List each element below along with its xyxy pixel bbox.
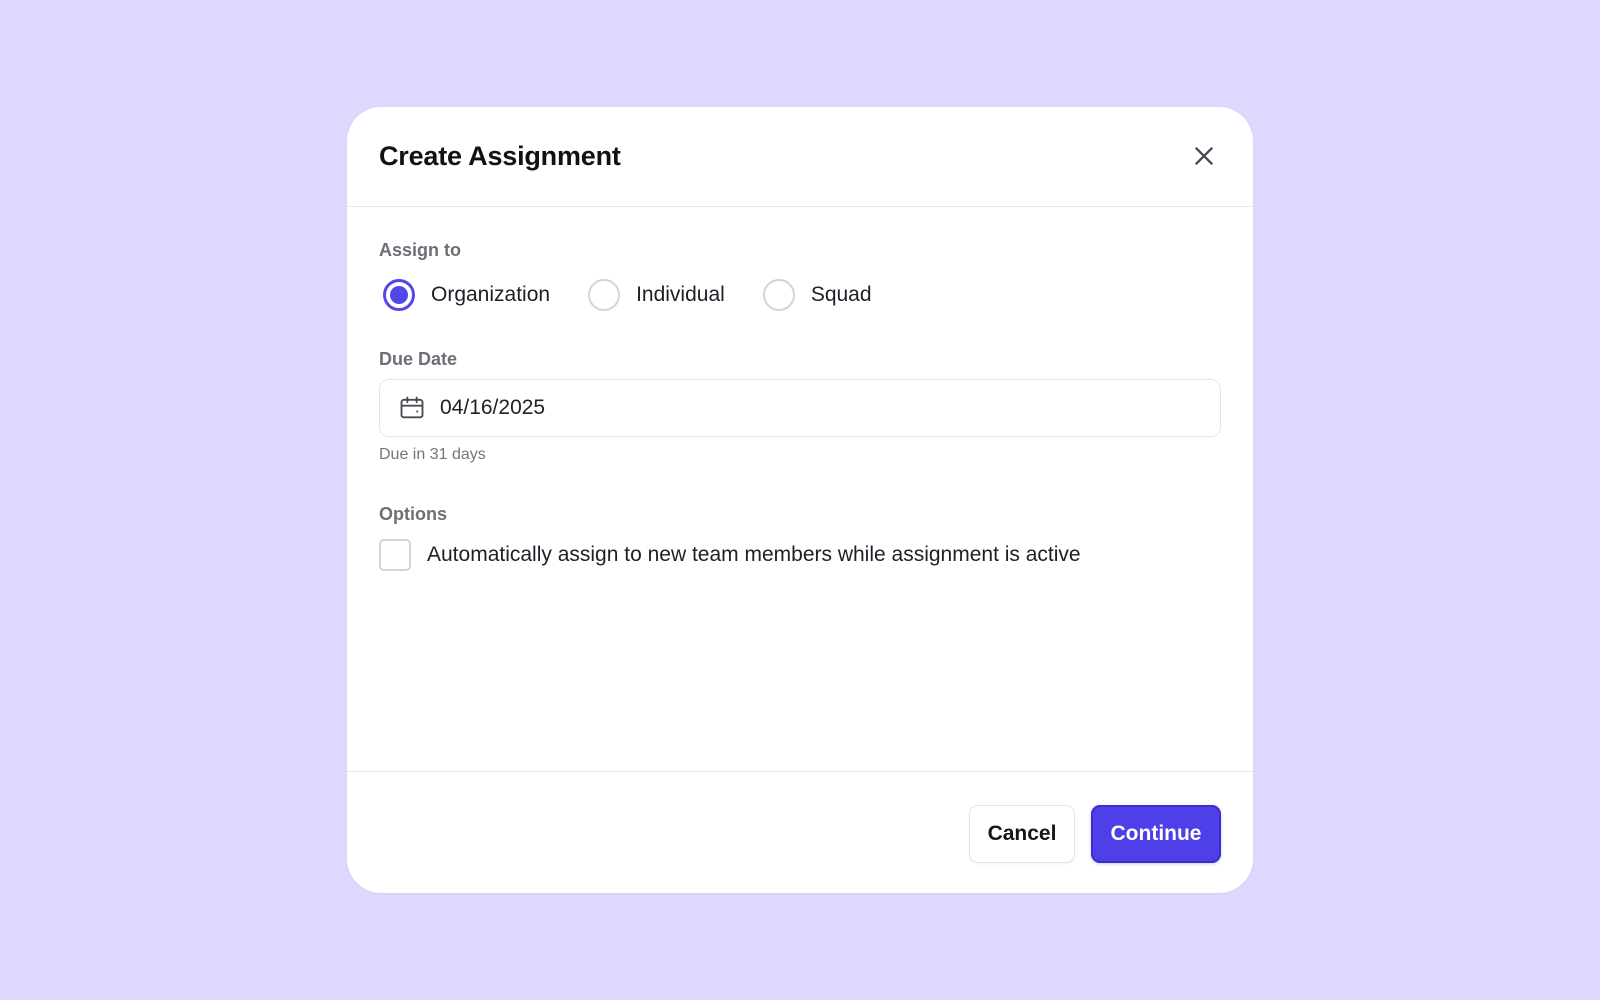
radio-organization-label: Organization [431, 283, 551, 306]
assign-to-radio-group: Organization Individual Squad [383, 277, 910, 313]
dialog-header: Create Assignment [347, 107, 1253, 207]
due-date-helper: Due in 31 days [379, 446, 486, 463]
calendar-icon [400, 396, 424, 419]
radio-individual-label: Individual [636, 283, 725, 306]
radio-selected-dot [390, 286, 408, 304]
auto-assign-checkbox[interactable] [379, 539, 411, 571]
assign-to-label: Assign to [379, 240, 462, 260]
radio-squad[interactable]: Squad [762, 279, 872, 311]
page-backdrop: Create Assignment Assign to Organization… [0, 0, 1600, 1000]
due-date-input[interactable]: 04/16/2025 [379, 379, 1221, 437]
auto-assign-label: Automatically assign to new team members… [427, 543, 1081, 566]
auto-assign-option[interactable]: Automatically assign to new team members… [379, 539, 1081, 571]
cancel-button[interactable]: Cancel [969, 805, 1075, 863]
due-date-value: 04/16/2025 [440, 396, 546, 419]
radio-individual[interactable]: Individual [588, 279, 725, 311]
radio-squad-circle[interactable] [762, 279, 795, 311]
radio-squad-label: Squad [810, 283, 872, 306]
close-button[interactable] [1187, 139, 1221, 173]
create-assignment-dialog: Create Assignment Assign to Organization… [347, 107, 1253, 893]
close-icon [1195, 147, 1213, 165]
dialog-title: Create Assignment [379, 141, 621, 171]
radio-organization-circle[interactable] [383, 279, 415, 311]
radio-organization[interactable]: Organization [383, 279, 550, 311]
options-label: Options [379, 504, 447, 524]
radio-individual-circle[interactable] [588, 279, 621, 311]
continue-button[interactable]: Continue [1091, 805, 1221, 863]
dialog-footer: Cancel Continue [347, 771, 1253, 893]
due-date-label: Due Date [379, 349, 458, 369]
